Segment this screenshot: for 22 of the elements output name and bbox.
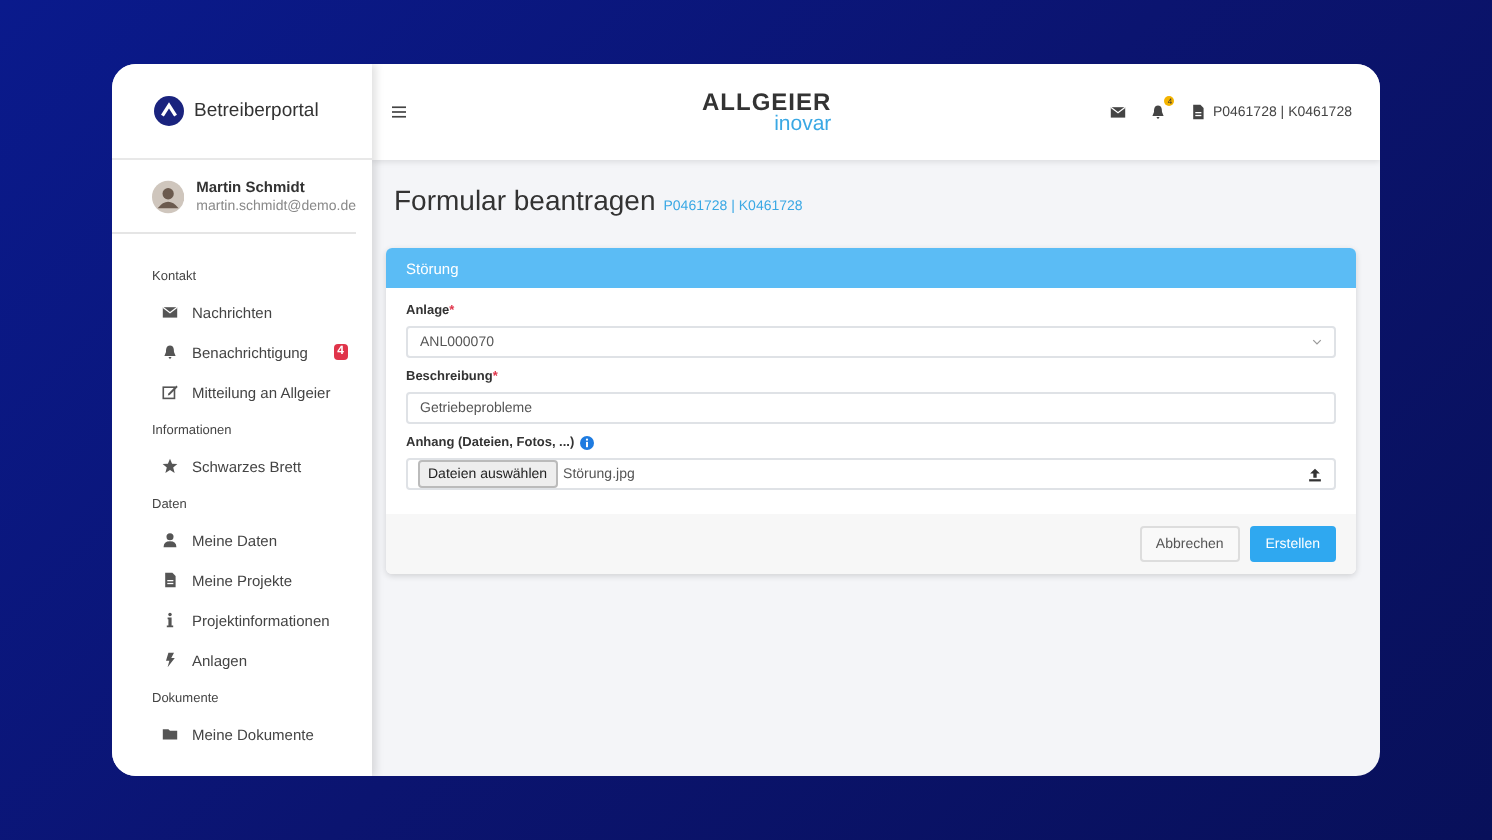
avatar-icon bbox=[152, 179, 185, 213]
logo-icon bbox=[154, 96, 184, 126]
bell-icon bbox=[162, 344, 178, 360]
info-icon bbox=[162, 612, 178, 628]
chevron-icon bbox=[1312, 338, 1322, 346]
bell-icon[interactable] bbox=[1150, 104, 1167, 120]
info-icon[interactable] bbox=[580, 436, 595, 450]
page-title: Formular beantragen bbox=[394, 184, 656, 216]
file-icon bbox=[162, 572, 178, 588]
file-icon bbox=[1190, 104, 1207, 120]
envelope-icon bbox=[162, 304, 178, 320]
star-icon bbox=[162, 458, 178, 474]
logo-subtitle: inovar bbox=[774, 113, 832, 135]
envelope-icon[interactable] bbox=[1110, 104, 1127, 120]
edit-icon bbox=[162, 384, 178, 400]
menu-icon[interactable] bbox=[392, 106, 406, 118]
folder-icon bbox=[162, 726, 178, 742]
logo-wordmark: ALLGEIER bbox=[702, 89, 832, 114]
app-name: Betreiberportal bbox=[194, 100, 319, 122]
lightning-icon bbox=[162, 652, 178, 668]
upload-icon[interactable] bbox=[1308, 467, 1322, 481]
user-icon bbox=[162, 532, 178, 548]
